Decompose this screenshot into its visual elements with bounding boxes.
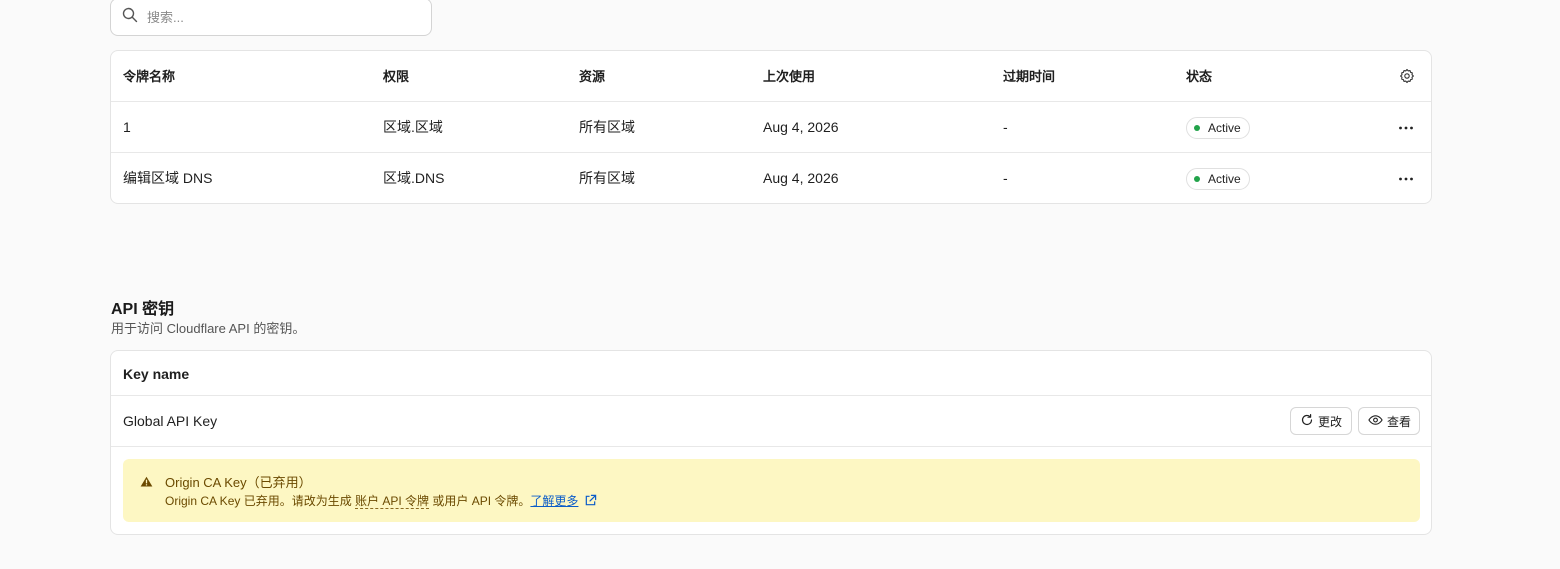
token-resources: 所有区域: [579, 170, 635, 186]
more-icon[interactable]: [1397, 119, 1415, 137]
table-header-row: 令牌名称 权限 资源 上次使用 过期时间 状态: [111, 51, 1431, 102]
token-name: 编辑区域 DNS: [123, 170, 213, 186]
key-name: Global API Key: [123, 413, 218, 429]
status-dot: [1194, 176, 1200, 182]
column-header-last-used[interactable]: 上次使用: [763, 51, 815, 102]
status-badge: Active: [1186, 168, 1250, 190]
status-dot: [1194, 125, 1200, 131]
status-label: Active: [1208, 172, 1241, 186]
status-label: Active: [1208, 121, 1241, 135]
column-header-key-name: Key name: [123, 366, 190, 382]
external-link-icon[interactable]: [584, 494, 597, 510]
deprecation-notice: Origin CA Key（已弃用） Origin CA Key 已弃用。请改为…: [123, 459, 1420, 522]
status-badge: Active: [1186, 117, 1250, 139]
table-header-row: Key name: [111, 351, 1431, 396]
change-button[interactable]: 更改: [1290, 407, 1352, 435]
notice-text-start: Origin CA Key 已弃用。请改为生成: [165, 494, 356, 508]
table-row[interactable]: 编辑区域 DNS 区域.DNS 所有区域 Aug 4, 2026 - Activ…: [111, 153, 1431, 204]
table-row[interactable]: 1 区域.区域 所有区域 Aug 4, 2026 - Active: [111, 102, 1431, 153]
section-subtitle: 用于访问 Cloudflare API 的密钥。: [111, 321, 306, 336]
token-permission: 区域.区域: [383, 119, 443, 135]
token-resources: 所有区域: [579, 119, 635, 135]
notice-text-middle: 或用户 API 令牌。: [429, 494, 531, 508]
search-box[interactable]: [110, 0, 432, 36]
api-keys-table: Key name Global API Key 更改 查看 Origin CA …: [110, 350, 1432, 535]
notice-title: Origin CA Key（已弃用）: [165, 475, 312, 490]
search-input[interactable]: [147, 9, 407, 25]
column-header-status[interactable]: 状态: [1186, 51, 1212, 102]
section-title: API 密钥: [111, 301, 175, 318]
token-last-used: Aug 4, 2026: [763, 119, 839, 135]
warning-icon: [140, 474, 153, 492]
token-permission: 区域.DNS: [383, 170, 445, 186]
column-header-permissions[interactable]: 权限: [383, 51, 409, 102]
more-icon[interactable]: [1397, 170, 1415, 188]
column-header-resources[interactable]: 资源: [579, 51, 605, 102]
eye-icon: [1368, 413, 1387, 430]
page: 令牌名称 权限 资源 上次使用 过期时间 状态 1 区域.区域 所有区域 Aug…: [0, 0, 1560, 569]
column-header-token-name[interactable]: 令牌名称: [123, 51, 175, 102]
gear-icon[interactable]: [1399, 68, 1415, 84]
token-expires: -: [1003, 170, 1008, 186]
learn-more-link[interactable]: 了解更多: [530, 494, 578, 508]
token-expires: -: [1003, 119, 1008, 135]
token-last-used: Aug 4, 2026: [763, 170, 839, 186]
change-button-label: 更改: [1318, 414, 1343, 429]
account-api-token-link[interactable]: 账户 API 令牌: [355, 494, 430, 509]
token-name: 1: [123, 119, 131, 135]
view-button-label: 查看: [1387, 414, 1412, 429]
table-row: Global API Key 更改 查看: [111, 396, 1431, 447]
refresh-icon: [1300, 413, 1318, 430]
column-header-expires[interactable]: 过期时间: [1003, 51, 1055, 102]
search-icon: [122, 7, 138, 28]
api-tokens-table: 令牌名称 权限 资源 上次使用 过期时间 状态 1 区域.区域 所有区域 Aug…: [110, 50, 1432, 204]
notice-text: Origin CA Key 已弃用。请改为生成 账户 API 令牌 或用户 AP…: [165, 492, 597, 510]
view-button[interactable]: 查看: [1358, 407, 1420, 435]
